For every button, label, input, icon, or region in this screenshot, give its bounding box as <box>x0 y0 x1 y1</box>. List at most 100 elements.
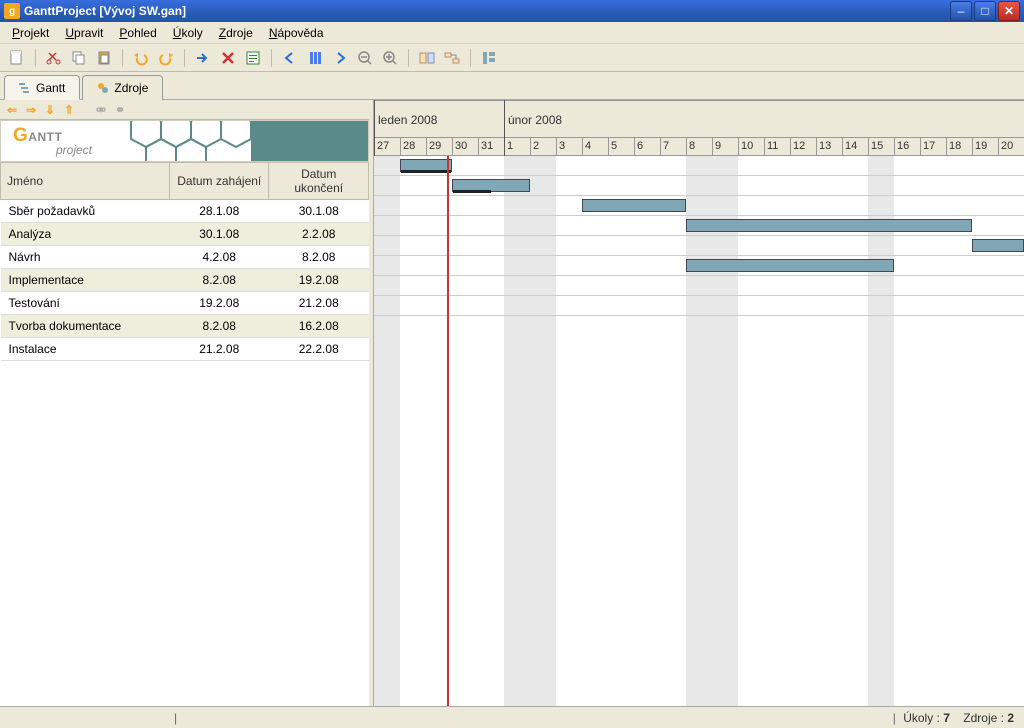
gantt-bar[interactable] <box>686 259 894 272</box>
day-label: 19 <box>972 138 998 155</box>
nav-right-icon[interactable]: ⇒ <box>23 102 39 118</box>
gantt-bar[interactable] <box>582 199 686 212</box>
status-resources-count: 2 <box>1007 711 1014 725</box>
logo-sub: project <box>56 143 92 157</box>
cell-start: 4.2.08 <box>170 246 269 269</box>
cell-name: Sběr požadavků <box>1 200 170 223</box>
col-end-header[interactable]: Datum ukončení <box>269 163 369 200</box>
gantt-bar[interactable] <box>452 179 530 192</box>
copy-icon[interactable] <box>68 47 90 69</box>
scissors-icon[interactable] <box>43 47 65 69</box>
link-tasks-icon[interactable]: ⚭ <box>112 102 128 118</box>
nav-up-icon[interactable]: ⇑ <box>61 102 77 118</box>
status-tasks-label: Úkoly : <box>903 711 940 725</box>
day-label: 13 <box>816 138 842 155</box>
app-icon: g <box>4 3 20 19</box>
table-row[interactable]: Instalace 21.2.08 22.2.08 <box>1 338 369 361</box>
day-label: 12 <box>790 138 816 155</box>
day-label: 15 <box>868 138 894 155</box>
home-icon[interactable] <box>304 47 326 69</box>
table-row[interactable]: Testování 19.2.08 21.2.08 <box>1 292 369 315</box>
day-label: 18 <box>946 138 972 155</box>
cell-start: 19.2.08 <box>170 292 269 315</box>
hex-pattern-icon <box>121 120 369 162</box>
assign-icon[interactable] <box>416 47 438 69</box>
day-label: 3 <box>556 138 582 155</box>
gantt-bar[interactable] <box>400 159 452 172</box>
day-label: 5 <box>608 138 634 155</box>
menu-upravit[interactable]: Upravit <box>59 24 109 41</box>
day-label: 30 <box>452 138 478 155</box>
forward-icon[interactable] <box>329 47 351 69</box>
link-icon[interactable] <box>441 47 463 69</box>
tab-resources-label: Zdroje <box>114 81 148 95</box>
close-button[interactable]: ✕ <box>998 1 1020 21</box>
cell-end: 21.2.08 <box>269 292 369 315</box>
gantt-bar[interactable] <box>972 239 1024 252</box>
zoom-out-icon[interactable] <box>354 47 376 69</box>
props-icon[interactable] <box>242 47 264 69</box>
col-start-header[interactable]: Datum zahájení <box>170 163 269 200</box>
day-label: 9 <box>712 138 738 155</box>
nav-down-icon[interactable]: ⇓ <box>42 102 58 118</box>
day-label: 4 <box>582 138 608 155</box>
layout-icon[interactable] <box>478 47 500 69</box>
window-titlebar: g GanttProject [Vývoj SW.gan] – □ ✕ <box>0 0 1024 22</box>
cell-start: 8.2.08 <box>170 315 269 338</box>
tab-gantt[interactable]: Gantt <box>4 75 80 100</box>
tabs-row: Gantt Zdroje <box>0 72 1024 100</box>
delete-icon[interactable] <box>217 47 239 69</box>
month-label: leden 2008 <box>374 101 441 137</box>
gantt-tab-icon <box>19 82 31 94</box>
main-split: ⇐ ⇒ ⇓ ⇑ ⚮ ⚭ GANTT project <box>0 100 1024 706</box>
day-label: 14 <box>842 138 868 155</box>
unlink-icon[interactable]: ⚮ <box>93 102 109 118</box>
cell-name: Implementace <box>1 269 170 292</box>
cell-start: 8.2.08 <box>170 269 269 292</box>
tab-gantt-label: Gantt <box>36 81 65 95</box>
logo-text: GANTT <box>13 125 62 147</box>
menu-zdroje[interactable]: Zdroje <box>213 24 259 41</box>
day-label: 16 <box>894 138 920 155</box>
status-tasks-count: 7 <box>943 711 950 725</box>
day-label: 7 <box>660 138 686 155</box>
menu-ukoly[interactable]: Úkoly <box>167 24 209 41</box>
menu-napoveda[interactable]: Nápověda <box>263 24 330 41</box>
day-label: 8 <box>686 138 712 155</box>
cell-start: 21.2.08 <box>170 338 269 361</box>
tab-resources[interactable]: Zdroje <box>82 75 163 100</box>
status-resources-label: Zdroje : <box>963 711 1004 725</box>
col-name-header[interactable]: Jméno <box>1 163 170 200</box>
day-label: 2 <box>530 138 556 155</box>
paste-icon[interactable] <box>93 47 115 69</box>
menu-pohled[interactable]: Pohled <box>113 24 162 41</box>
cell-start: 28.1.08 <box>170 200 269 223</box>
redo-icon[interactable] <box>155 47 177 69</box>
goto-icon[interactable] <box>192 47 214 69</box>
table-row[interactable]: Analýza 30.1.08 2.2.08 <box>1 223 369 246</box>
gantt-bar[interactable] <box>686 219 972 232</box>
zoom-in-icon[interactable] <box>379 47 401 69</box>
maximize-button[interactable]: □ <box>974 1 996 21</box>
table-row[interactable]: Implementace 8.2.08 19.2.08 <box>1 269 369 292</box>
cell-name: Analýza <box>1 223 170 246</box>
minimize-button[interactable]: – <box>950 1 972 21</box>
cell-end: 8.2.08 <box>269 246 369 269</box>
gantt-body[interactable] <box>374 156 1024 706</box>
gantt-header: leden 2008únor 2008 27282930311234567891… <box>374 100 1024 156</box>
table-row[interactable]: Tvorba dokumentace 8.2.08 16.2.08 <box>1 315 369 338</box>
menu-projekt[interactable]: Projekt <box>6 24 55 41</box>
month-label: únor 2008 <box>504 101 566 137</box>
back-icon[interactable] <box>279 47 301 69</box>
new-file-icon[interactable] <box>6 47 28 69</box>
cell-end: 19.2.08 <box>269 269 369 292</box>
day-label: 17 <box>920 138 946 155</box>
table-row[interactable]: Návrh 4.2.08 8.2.08 <box>1 246 369 269</box>
day-label: 29 <box>426 138 452 155</box>
table-header-row: Jméno Datum zahájení Datum ukončení <box>1 163 369 200</box>
cell-name: Tvorba dokumentace <box>1 315 170 338</box>
day-label: 11 <box>764 138 790 155</box>
table-row[interactable]: Sběr požadavků 28.1.08 30.1.08 <box>1 200 369 223</box>
undo-icon[interactable] <box>130 47 152 69</box>
nav-left-icon[interactable]: ⇐ <box>4 102 20 118</box>
